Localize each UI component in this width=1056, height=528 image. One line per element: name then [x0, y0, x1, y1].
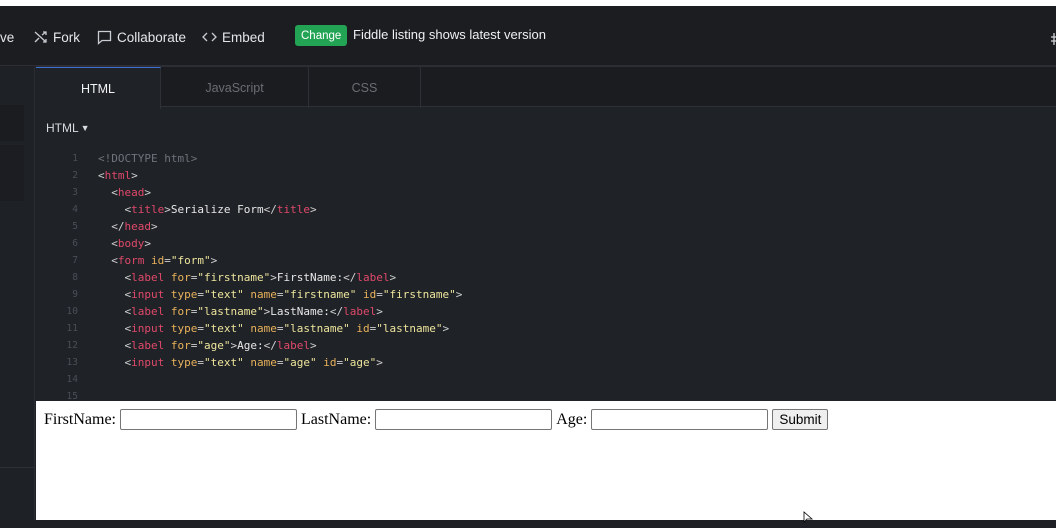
age-label: Age: [556, 410, 588, 428]
submit-button[interactable]: Submit [772, 409, 829, 430]
line-content: <form id="form"> [111, 254, 218, 267]
caret-down-icon: ▼ [80, 123, 90, 133]
line-number: 3 [72, 187, 78, 198]
code-line[interactable]: 8 <label for="firstname">FirstName:</lab… [36, 269, 1056, 286]
line-number: 8 [72, 272, 78, 283]
tab-javascript[interactable]: JavaScript [161, 67, 309, 108]
speech-bubble-icon [97, 30, 112, 45]
line-content: <head> [111, 186, 151, 199]
tab-css[interactable]: CSS [309, 67, 421, 108]
sidebar-item[interactable] [0, 145, 24, 201]
line-number: 6 [72, 238, 78, 249]
lastname-input[interactable] [375, 409, 553, 430]
save-button[interactable]: ve [0, 28, 14, 46]
changelog-message[interactable]: Fiddle listing shows latest version [353, 27, 546, 42]
code-line[interactable]: 6 <body> [36, 235, 1056, 252]
language-dropdown[interactable]: HTML ▼ [46, 121, 90, 135]
code-line[interactable]: 4 <title>Serialize Form</title> [36, 201, 1056, 218]
preview-form: FirstName: LastName: Age: Submit [44, 409, 829, 430]
sidebar-item[interactable] [0, 105, 24, 141]
language-label: HTML [46, 121, 79, 135]
line-content: <input type="text" name="age" id="age"> [124, 356, 383, 369]
code-line[interactable]: 14 [36, 371, 1056, 388]
firstname-label: FirstName: [44, 410, 116, 428]
line-content: </head> [111, 220, 158, 233]
line-content: <!DOCTYPE html> [98, 152, 198, 165]
code-line[interactable]: 2 <html> [36, 167, 1056, 184]
line-number: 4 [72, 204, 78, 215]
line-content: <input type="text" name="lastname" id="l… [124, 322, 450, 335]
collaborate-label: Collaborate [117, 29, 187, 45]
lastname-label: LastName: [301, 410, 372, 428]
line-number: 12 [66, 340, 78, 351]
fork-icon [34, 30, 48, 44]
line-number: 7 [72, 255, 78, 266]
line-content: <html> [98, 169, 138, 182]
code-editor[interactable]: 1 <!DOCTYPE html> 2 <html> 3 <head> 4 <title>… [36, 150, 1056, 405]
embed-label: Embed [222, 29, 265, 45]
line-number: 14 [66, 374, 78, 385]
code-line[interactable]: 10 <label for="lastname">LastName:</labe… [36, 303, 1056, 320]
collaborate-button[interactable]: Collaborate [97, 28, 186, 46]
line-content: <label for="firstname">FirstName:</label… [124, 271, 397, 284]
code-line[interactable]: 11 <input type="text" name="lastname" id… [36, 320, 1056, 337]
fork-button[interactable]: Fork [34, 28, 80, 46]
settings-icon[interactable] [1050, 32, 1056, 46]
embed-button[interactable]: Embed [202, 28, 265, 46]
age-input[interactable] [591, 409, 769, 430]
line-number: 2 [72, 170, 78, 181]
firstname-input[interactable] [120, 409, 297, 430]
editor-tabs: HTML JavaScript CSS [36, 66, 1056, 109]
code-line[interactable]: 1 <!DOCTYPE html> [36, 150, 1056, 167]
line-number: 5 [72, 221, 78, 232]
line-content: <label for="age">Age:</label> [124, 339, 317, 352]
tab-html[interactable]: HTML [36, 67, 161, 109]
line-content: <title>Serialize Form</title> [124, 203, 317, 216]
sidebar [0, 67, 35, 520]
code-line[interactable]: 5 </head> [36, 218, 1056, 235]
line-content: <body> [111, 237, 151, 250]
line-number: 10 [66, 306, 78, 317]
code-line[interactable]: 12 <label for="age">Age:</label> [36, 337, 1056, 354]
line-number: 1 [72, 153, 78, 164]
line-number: 13 [66, 357, 78, 368]
code-brackets-icon [202, 31, 217, 43]
line-content: <input type="text" name="firstname" id="… [124, 288, 463, 301]
line-content [78, 371, 98, 388]
sidebar-divider [0, 467, 35, 468]
line-number: 11 [66, 323, 78, 334]
mouse-cursor-icon [803, 510, 815, 523]
line-number: 9 [72, 289, 78, 300]
save-label: ve [0, 29, 15, 45]
editor-panel: HTML JavaScript CSS HTML ▼ 1 <!DOCTYPE ht… [36, 66, 1056, 402]
result-preview: FirstName: LastName: Age: Submit [36, 401, 1056, 520]
line-content: <label for="lastname">LastName:</label> [124, 305, 383, 318]
fork-label: Fork [53, 29, 80, 45]
code-line[interactable]: 9 <input type="text" name="firstname" id… [36, 286, 1056, 303]
code-line[interactable]: 7 <form id="form"> [36, 252, 1056, 269]
change-badge[interactable]: Change [295, 25, 348, 46]
code-line[interactable]: 3 <head> [36, 184, 1056, 201]
code-line[interactable]: 13 <input type="text" name="age" id="age… [36, 354, 1056, 371]
fiddle-toolbar: ve Fork Collaborate Embed Change Fiddle … [0, 6, 1056, 66]
